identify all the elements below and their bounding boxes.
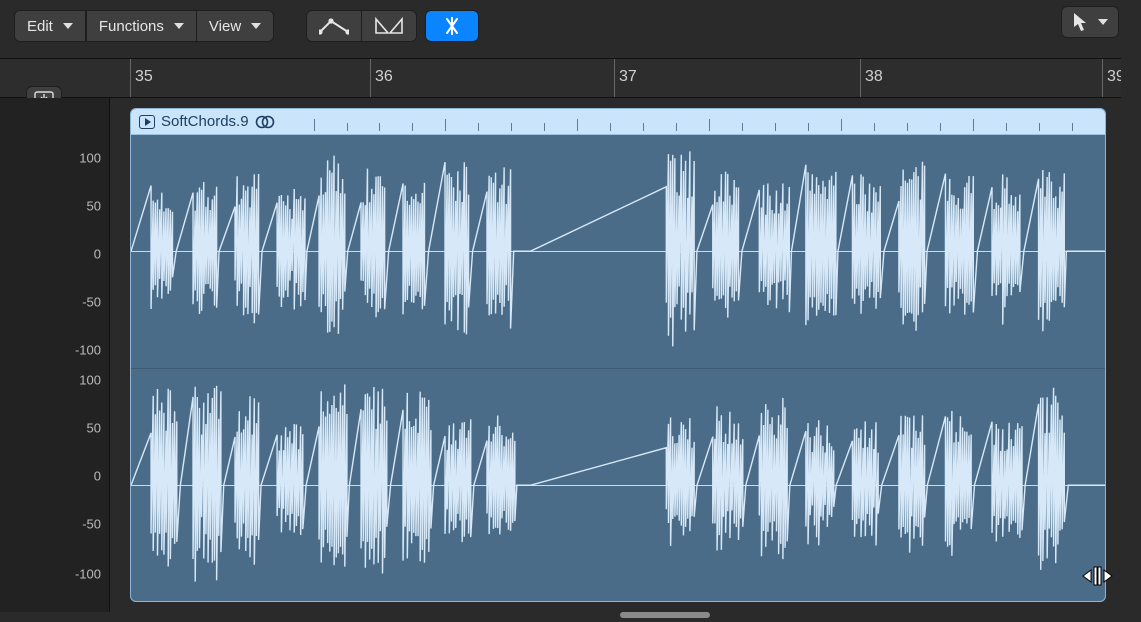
pointer-tool-menu[interactable] [1061,6,1119,38]
stereo-waveforms [131,135,1105,601]
audio-region[interactable]: SoftChords.9 [130,108,1106,602]
mode-segment [306,10,417,42]
region-subruler [281,109,1105,134]
functions-menu-label: Functions [99,18,164,35]
bar-tick: 38 [860,59,883,97]
region-header[interactable]: SoftChords.9 [131,109,1105,135]
stereo-icon [255,115,275,129]
functions-menu[interactable]: Functions [86,10,197,42]
waveform-right [131,368,1105,602]
region-name: SoftChords.9 [161,113,249,130]
waveform-svg [131,135,1105,368]
trim-cursor-icon [1079,563,1113,592]
pointer-icon [1072,12,1088,32]
waveform-area: SoftChords.9 [110,98,1121,612]
automation-icon [319,17,349,35]
bar-tick: 35 [130,59,153,97]
scroll-thumb[interactable] [620,612,710,618]
amp-label: -50 [82,295,101,310]
amp-label: 100 [79,151,101,166]
bar-tick: 36 [370,59,393,97]
timeline-ruler[interactable]: 35 36 37 38 39 [110,58,1121,98]
amplitude-scale: 100 50 0 -50 -100 100 50 0 -50 -100 [0,98,110,612]
view-menu[interactable]: View [197,10,274,42]
bar-tick: 39 [1102,59,1121,97]
amp-label: -100 [75,343,101,358]
region-play-icon [139,115,155,129]
edit-menu[interactable]: Edit [14,10,86,42]
editor-toolbar: Edit Functions View [14,6,1127,46]
bar-tick: 37 [614,59,637,97]
automation-button[interactable] [306,10,362,42]
waveform-left [131,135,1105,368]
marquee-icon [438,17,466,35]
waveform-svg [131,369,1105,602]
amp-label: 50 [87,421,101,436]
amp-label: 0 [94,247,101,262]
view-menu-label: View [209,18,241,35]
flex-icon [374,17,404,35]
amp-label: 50 [87,199,101,214]
marquee-zoom-button[interactable] [425,10,479,42]
flex-button[interactable] [362,10,417,42]
amp-label: 100 [79,373,101,388]
edit-menu-label: Edit [27,18,53,35]
amp-label: 0 [94,469,101,484]
amp-label: -100 [75,567,101,582]
menu-segment: Edit Functions View [14,10,274,42]
amp-label: -50 [82,517,101,532]
horizontal-scrollbar[interactable] [110,610,1121,620]
